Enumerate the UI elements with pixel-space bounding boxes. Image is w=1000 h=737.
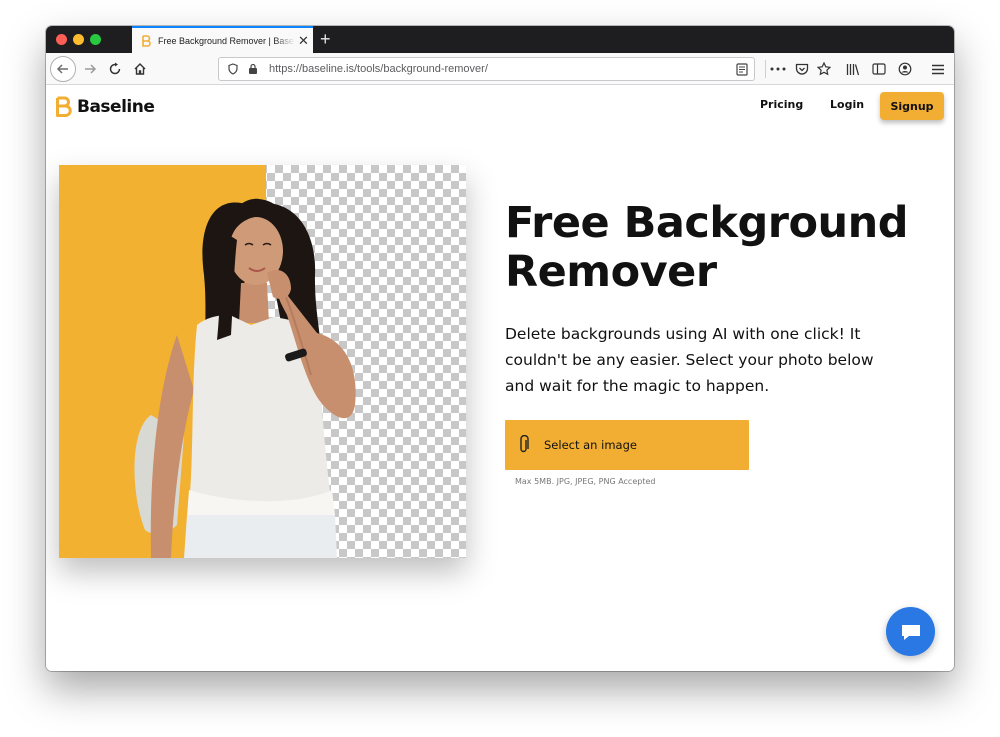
sidebar-button[interactable] bbox=[867, 57, 891, 81]
hero-image bbox=[59, 165, 466, 558]
select-image-button[interactable]: Select an image bbox=[505, 420, 749, 470]
hamburger-menu-icon bbox=[932, 64, 944, 74]
address-bar[interactable]: https://baseline.is/tools/background-rem… bbox=[218, 57, 755, 81]
nav-pricing-link[interactable]: Pricing bbox=[760, 98, 803, 111]
select-image-label: Select an image bbox=[544, 438, 637, 452]
pocket-icon bbox=[795, 63, 809, 75]
menu-button[interactable] bbox=[926, 57, 950, 81]
account-button[interactable] bbox=[893, 57, 917, 81]
more-dots-icon bbox=[770, 67, 786, 71]
chat-button[interactable] bbox=[886, 607, 935, 656]
account-icon bbox=[898, 62, 912, 76]
hero-title-line-2: Remover bbox=[505, 247, 717, 297]
reader-view-icon[interactable] bbox=[734, 61, 750, 77]
bookmark-button[interactable] bbox=[812, 57, 836, 81]
forward-arrow-icon bbox=[85, 64, 97, 74]
reload-icon bbox=[109, 62, 121, 75]
home-button[interactable] bbox=[128, 57, 152, 81]
hero-title: Free Background Remover bbox=[505, 199, 935, 297]
pocket-button[interactable] bbox=[790, 57, 814, 81]
browser-tab[interactable]: Free Background Remover | Baseline ✕ bbox=[132, 26, 313, 53]
baseline-logo-icon bbox=[56, 96, 72, 117]
url-text: https://baseline.is/tools/background-rem… bbox=[269, 63, 488, 75]
page-content: Baseline Pricing Login Signup Free Backg… bbox=[46, 85, 954, 671]
signup-button[interactable]: Signup bbox=[880, 92, 944, 120]
library-icon bbox=[846, 63, 860, 75]
home-icon bbox=[134, 63, 146, 75]
shield-icon[interactable] bbox=[225, 61, 241, 77]
browser-window: Free Background Remover | Baseline ✕ + h… bbox=[46, 26, 954, 671]
close-window-button[interactable] bbox=[56, 34, 67, 45]
site-logo[interactable]: Baseline bbox=[55, 96, 155, 118]
page-actions-button[interactable] bbox=[766, 57, 790, 81]
chat-icon bbox=[901, 624, 920, 640]
lock-icon[interactable] bbox=[245, 61, 261, 77]
back-button[interactable] bbox=[50, 56, 76, 82]
library-button[interactable] bbox=[841, 57, 865, 81]
baseline-favicon-icon bbox=[140, 34, 152, 47]
logo-text: Baseline bbox=[77, 97, 155, 117]
back-arrow-icon bbox=[56, 64, 68, 74]
tab-strip: Free Background Remover | Baseline ✕ + bbox=[46, 26, 954, 53]
minimize-window-button[interactable] bbox=[73, 34, 84, 45]
sidebar-icon bbox=[872, 63, 886, 75]
reload-button[interactable] bbox=[103, 57, 127, 81]
close-icon[interactable]: ✕ bbox=[298, 34, 309, 47]
zoom-window-button[interactable] bbox=[90, 34, 101, 45]
new-tab-button[interactable]: + bbox=[320, 29, 331, 49]
navigation-toolbar: https://baseline.is/tools/background-rem… bbox=[46, 53, 954, 85]
nav-login-link[interactable]: Login bbox=[830, 98, 864, 111]
forward-button[interactable] bbox=[78, 57, 102, 81]
hero-title-line-1: Free Background bbox=[505, 198, 909, 248]
paperclip-icon bbox=[517, 435, 531, 455]
woman-photo bbox=[134, 198, 356, 558]
file-requirements-hint: Max 5MB. JPG, JPEG, PNG Accepted bbox=[515, 477, 656, 486]
tab-title: Free Background Remover | Baseline bbox=[158, 35, 295, 46]
hero-description: Delete backgrounds using AI with one cli… bbox=[505, 325, 874, 395]
star-icon bbox=[817, 62, 831, 76]
